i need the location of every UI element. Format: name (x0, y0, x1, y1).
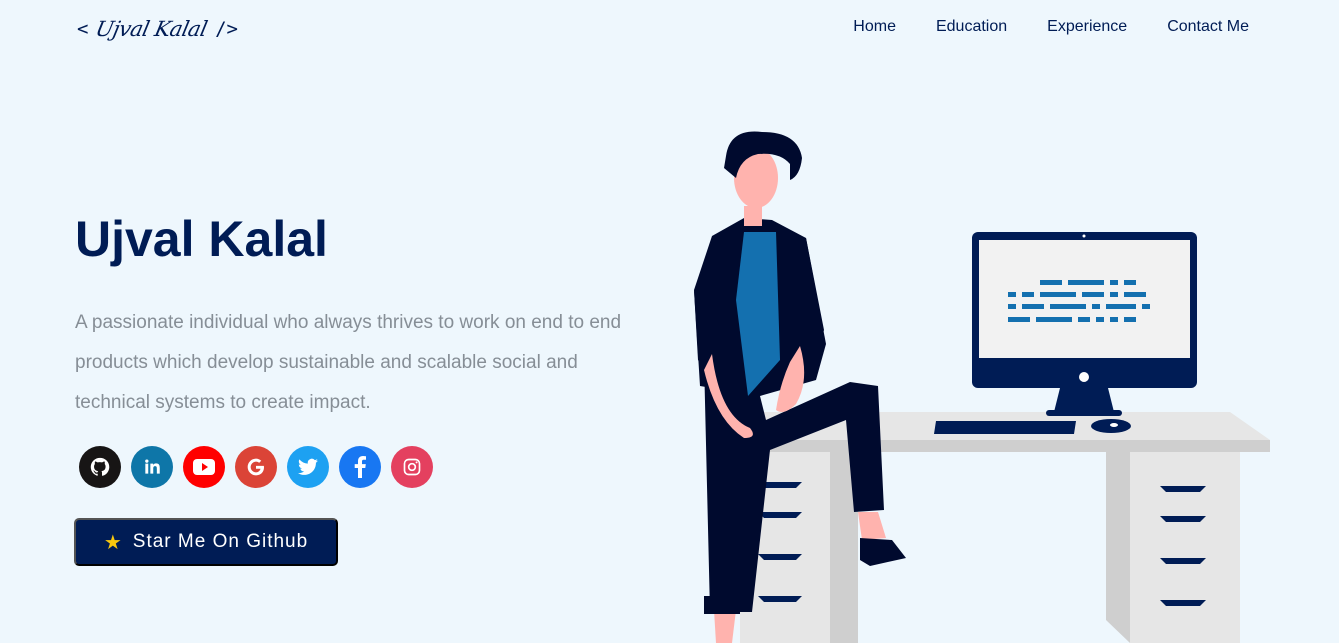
nav-link-education[interactable]: Education (936, 18, 1007, 36)
nav-link-contact-me[interactable]: Contact Me (1167, 18, 1249, 36)
star-button-label: Star Me On Github (132, 531, 309, 552)
nav-link-experience[interactable]: Experience (1047, 18, 1127, 36)
nav-menu: Home Education Experience Contact Me (853, 18, 1249, 36)
logo-close-bracket: /> (215, 18, 238, 40)
desk-edge (760, 440, 1270, 452)
logo-signature: Ujval Kalal (93, 17, 210, 41)
logo[interactable]: < Ujval Kalal /> (77, 12, 238, 46)
monitor-stand (1054, 388, 1114, 412)
navbar: < Ujval Kalal /> Home Education Experien… (0, 0, 1339, 58)
nav-link-home[interactable]: Home (853, 18, 896, 36)
twitter-icon[interactable] (287, 446, 329, 488)
social-links (79, 446, 433, 488)
star-on-github-button[interactable]: ★ Star Me On Github (74, 518, 338, 566)
developer-desk-illustration (694, 131, 1270, 643)
youtube-icon[interactable] (183, 446, 225, 488)
star-icon: ★ (103, 531, 123, 554)
github-icon[interactable] (79, 446, 121, 488)
right-drawer-unit (1130, 452, 1240, 643)
logo-open-bracket: < (77, 18, 89, 40)
hero-name: Ujval Kalal (75, 211, 328, 267)
google-icon[interactable] (235, 446, 277, 488)
keyboard (934, 421, 1076, 434)
person-shoe (860, 538, 906, 566)
facebook-icon[interactable] (339, 446, 381, 488)
linkedin-icon[interactable] (131, 446, 173, 488)
instagram-icon[interactable] (391, 446, 433, 488)
monitor-screen (979, 240, 1190, 358)
hero-bio: A passionate individual who always thriv… (75, 312, 622, 413)
